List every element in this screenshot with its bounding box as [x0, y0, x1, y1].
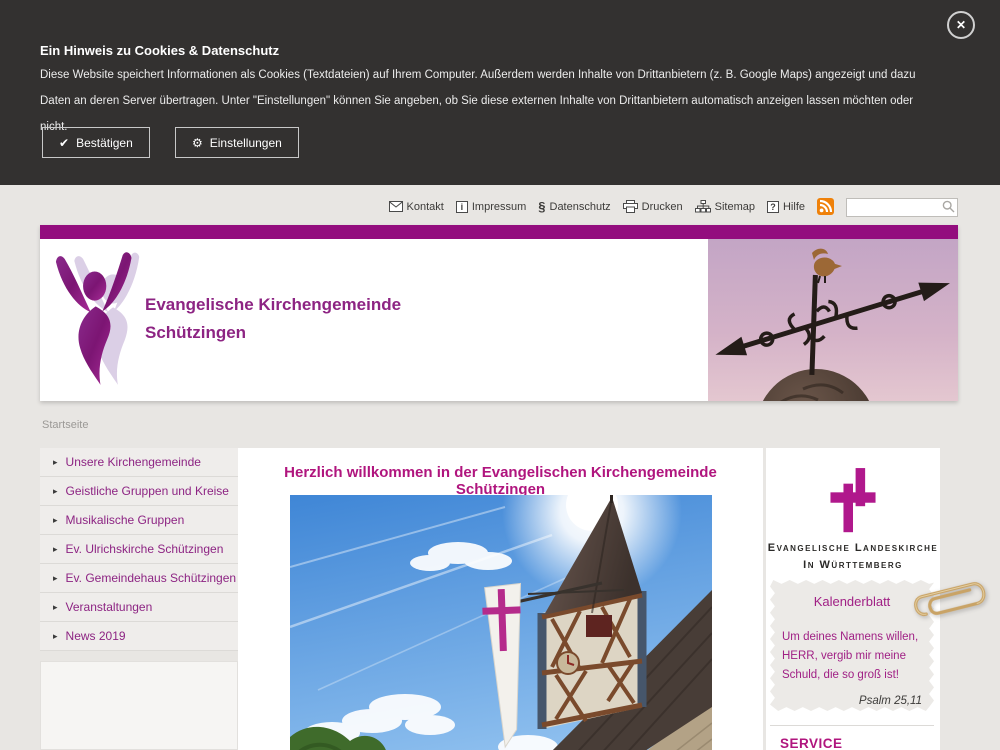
triangle-bullet-icon: ▸	[53, 457, 58, 468]
weathervane-photo	[708, 239, 958, 401]
nav-label: Drucken	[642, 201, 683, 213]
landeskirche-label[interactable]: Evangelische Landeskirche In Württemberg	[766, 540, 940, 574]
header-accent-bar	[40, 225, 958, 239]
triangle-bullet-icon: ▸	[53, 602, 58, 613]
settings-button-label: Einstellungen	[210, 136, 282, 150]
sidebar-item-unsere-kirchengemeinde[interactable]: ▸ Unsere Kirchengemeinde	[40, 448, 238, 477]
sidebar-item-label: Unsere Kirchengemeinde	[66, 455, 201, 469]
nav-hilfe[interactable]: ? Hilfe	[767, 201, 805, 213]
triangle-bullet-icon: ▸	[53, 631, 58, 642]
nav-kontakt[interactable]: Kontakt	[389, 201, 444, 213]
site-title[interactable]: Evangelische Kirchengemeinde Schützingen	[145, 291, 401, 347]
sidebar-item-label: Veranstaltungen	[66, 600, 153, 614]
landeskirche-line1: Evangelische Landeskirche	[766, 540, 940, 557]
printer-icon	[623, 200, 638, 213]
main-menu: ▸ Unsere Kirchengemeinde ▸ Geistliche Gr…	[40, 448, 238, 651]
sidebar-item-label: Ev. Gemeindehaus Schützingen	[66, 571, 237, 585]
church-photo	[290, 495, 712, 750]
section-icon: §	[538, 199, 545, 214]
sidebar-item-ulrichskirche[interactable]: ▸ Ev. Ulrichskirche Schützingen	[40, 535, 238, 564]
service-heading: SERVICE	[780, 736, 843, 750]
church-figure-logo-icon[interactable]	[54, 249, 146, 392]
divider	[770, 725, 934, 726]
landeskirche-cross-icon[interactable]	[827, 468, 879, 539]
sidebar-item-label: Ev. Ulrichskirche Schützingen	[66, 542, 224, 556]
site-title-line1: Evangelische Kirchengemeinde	[145, 291, 401, 319]
nav-label: Impressum	[472, 201, 526, 213]
sidebar-item-veranstaltungen[interactable]: ▸ Veranstaltungen	[40, 593, 238, 622]
page-title: Herzlich willkommen in der Evangelischen…	[238, 464, 763, 498]
nav-label: Datenschutz	[550, 201, 611, 213]
help-icon: ?	[767, 201, 779, 213]
site-header: Evangelische Kirchengemeinde Schützingen	[40, 225, 958, 401]
nav-datenschutz[interactable]: § Datenschutz	[538, 199, 610, 214]
nav-label: Sitemap	[715, 201, 755, 213]
nav-sitemap[interactable]: Sitemap	[695, 200, 755, 213]
triangle-bullet-icon: ▸	[53, 515, 58, 526]
service-nav: Kontakt i Impressum § Datenschutz Drucke…	[389, 197, 958, 216]
cookie-banner-text: Diese Website speichert Informationen al…	[40, 62, 920, 140]
confirm-button[interactable]: ✔ Bestätigen	[42, 127, 150, 158]
info-icon: i	[456, 201, 468, 213]
rss-icon[interactable]	[817, 198, 834, 215]
kalenderblatt-quote: Um deines Namens willen, HERR, vergib mi…	[782, 628, 924, 685]
triangle-bullet-icon: ▸	[53, 573, 58, 584]
main-content: Herzlich willkommen in der Evangelischen…	[238, 448, 763, 750]
nav-impressum[interactable]: i Impressum	[456, 201, 526, 213]
cookie-banner: ✕ Ein Hinweis zu Cookies & Datenschutz D…	[0, 0, 1000, 185]
nav-drucken[interactable]: Drucken	[623, 200, 683, 213]
site-title-line2: Schützingen	[145, 319, 401, 347]
search-box	[846, 197, 958, 216]
search-icon[interactable]	[942, 200, 955, 218]
confirm-button-label: Bestätigen	[76, 136, 133, 150]
sidebar-item-news-2019[interactable]: ▸ News 2019	[40, 622, 238, 651]
nav-label: Hilfe	[783, 201, 805, 213]
triangle-bullet-icon: ▸	[53, 544, 58, 555]
nav-label: Kontakt	[407, 201, 444, 213]
settings-button[interactable]: ⚙ Einstellungen	[175, 127, 299, 158]
sidebar-item-geistliche-gruppen[interactable]: ▸ Geistliche Gruppen und Kreise	[40, 477, 238, 506]
sidebar-secondary-panel	[40, 661, 238, 750]
envelope-icon	[389, 201, 403, 212]
landeskirche-line2: In Württemberg	[766, 557, 940, 574]
check-icon: ✔	[59, 136, 69, 150]
triangle-bullet-icon: ▸	[53, 486, 58, 497]
kalenderblatt-source: Psalm 25,11	[859, 695, 922, 707]
sidebar-item-gemeindehaus[interactable]: ▸ Ev. Gemeindehaus Schützingen	[40, 564, 238, 593]
sidebar-item-label: Musikalische Gruppen	[66, 513, 185, 527]
cookie-banner-title: Ein Hinweis zu Cookies & Datenschutz	[40, 43, 279, 58]
breadcrumb[interactable]: Startseite	[42, 419, 88, 431]
sitemap-icon	[695, 200, 711, 213]
sidebar-item-label: Geistliche Gruppen und Kreise	[66, 484, 229, 498]
sidebar-item-label: News 2019	[66, 629, 126, 643]
gear-icon: ⚙	[192, 136, 203, 150]
close-icon[interactable]: ✕	[947, 11, 975, 39]
sidebar-item-musikalische-gruppen[interactable]: ▸ Musikalische Gruppen	[40, 506, 238, 535]
